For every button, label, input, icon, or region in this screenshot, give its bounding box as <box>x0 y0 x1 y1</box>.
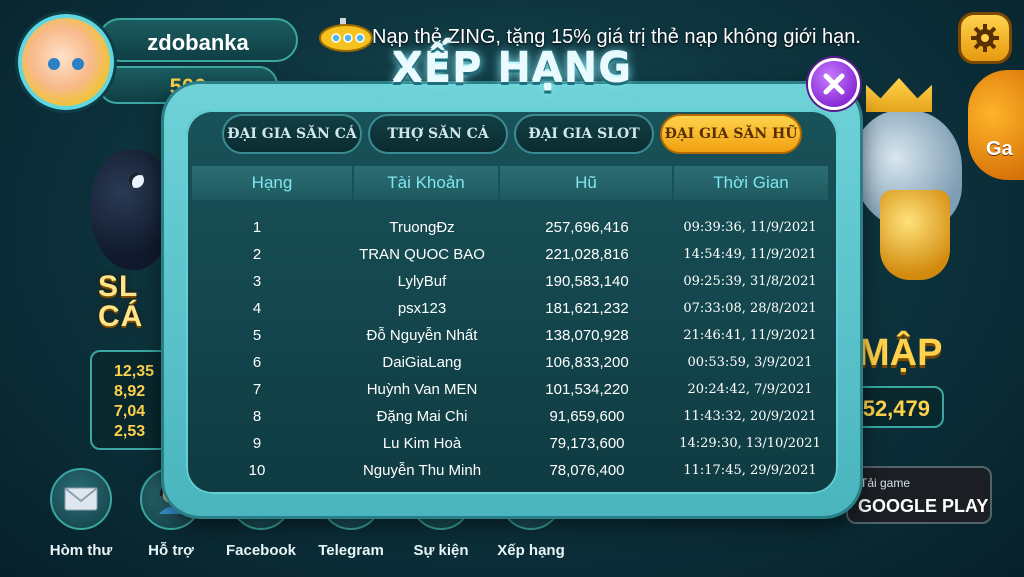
table-row: 1 TruongĐz 257,696,416 09:39:36, 11/9/20… <box>192 214 828 241</box>
column-header-account: Tài Khoản <box>352 166 498 200</box>
cell-time: 00:53:59, 3/9/2021 <box>687 355 813 370</box>
table-row: 9 Lu Kim Hoà 79,173,600 14:29:30, 13/10/… <box>192 430 828 457</box>
cell-rank: 10 <box>248 462 266 479</box>
column-header-jackpot: Hũ <box>498 166 672 200</box>
background-left-game-title: SL CÁ <box>98 272 143 332</box>
cell-account: Nguyễn Thu Minh <box>362 462 482 479</box>
cell-account: TRAN QUOC BAO <box>359 246 485 263</box>
store-big-label: GOOGLE PLAY <box>858 496 989 516</box>
column-header-rank: Hạng <box>251 173 293 192</box>
nav-item-icon-circle <box>50 468 112 530</box>
table-row: 8 Đặng Mai Chi 91,659,600 11:43:32, 20/9… <box>192 403 828 430</box>
ranking-tabs: ĐẠI GIA SĂN CÁ THỢ SĂN CÁ ĐẠI GIA SLOT Đ… <box>222 114 802 158</box>
cell-time: 21:46:41, 11/9/2021 <box>683 328 817 343</box>
cell-jackpot: 190,583,140 <box>545 273 629 290</box>
tab-label: ĐẠI GIA SĂN HŨ <box>664 126 798 142</box>
tab-tho-san-ca[interactable]: THỢ SĂN CÁ <box>368 114 508 154</box>
nav-item-label: Facebook <box>225 542 297 559</box>
table-row: 6 DaiGiaLang 106,833,200 00:53:59, 3/9/2… <box>192 349 828 376</box>
cell-account: TruongĐz <box>389 219 455 236</box>
cell-jackpot: 181,621,232 <box>545 300 629 317</box>
cell-rank: 6 <box>252 354 262 371</box>
tab-label: ĐẠI GIA SĂN CÁ <box>227 126 357 142</box>
google-play-button[interactable]: Tải game GOOGLE PLAY <box>846 466 992 524</box>
cell-time: 11:17:45, 29/9/2021 <box>683 463 817 478</box>
cell-rank: 4 <box>252 300 262 317</box>
cell-time: 11:43:32, 20/9/2021 <box>683 409 817 424</box>
column-header-time: Thời Gian <box>672 166 828 200</box>
nav-item-label: Telegram <box>318 542 384 559</box>
background-right-fish-label: Ga <box>986 138 1013 160</box>
cell-time: 07:33:08, 28/8/2021 <box>683 301 817 316</box>
tab-dai-gia-slot[interactable]: ĐẠI GIA SLOT <box>514 114 654 154</box>
cell-rank: 7 <box>252 381 262 398</box>
table-row: 7 Huỳnh Van MEN 101,534,220 20:24:42, 7/… <box>192 376 828 403</box>
table-row: 4 psx123 181,621,232 07:33:08, 28/8/2021 <box>192 295 828 322</box>
background-left-fish <box>90 150 170 270</box>
cell-time: 14:54:49, 11/9/2021 <box>683 247 817 262</box>
cell-jackpot: 257,696,416 <box>545 219 629 236</box>
cell-rank: 1 <box>252 219 262 236</box>
cell-jackpot: 79,173,600 <box>549 435 625 452</box>
nav-item-mailbox[interactable]: Hòm thư <box>44 468 118 568</box>
cell-jackpot: 138,070,928 <box>545 327 629 344</box>
cell-rank: 5 <box>252 327 262 344</box>
cell-jackpot: 91,659,600 <box>549 408 625 425</box>
cell-time: 09:39:36, 11/9/2021 <box>683 220 817 235</box>
ranking-table-body: 1 TruongĐz 257,696,416 09:39:36, 11/9/20… <box>192 200 828 486</box>
background-left-title-line1: SL <box>98 270 139 303</box>
ranking-table-header: Hạng Tài Khoản Hũ Thời Gian <box>192 166 828 200</box>
table-row: 2 TRAN QUOC BAO 221,028,816 14:54:49, 11… <box>192 241 828 268</box>
cell-rank: 8 <box>252 408 262 425</box>
cell-account: psx123 <box>397 300 447 317</box>
cell-rank: 9 <box>252 435 262 452</box>
close-icon <box>823 73 845 95</box>
table-row: 5 Đỗ Nguyễn Nhất 138,070,928 21:46:41, 1… <box>192 322 828 349</box>
cell-account: Huỳnh Van MEN <box>366 381 478 398</box>
store-small-label: Tải game <box>860 476 911 490</box>
background-right-game-title: MẬP <box>858 332 943 374</box>
nav-item-label: Sự kiện <box>413 542 469 559</box>
cell-jackpot: 221,028,816 <box>545 246 629 263</box>
nav-item-label: Hỗ trợ <box>148 542 194 559</box>
cell-account: DaiGiaLang <box>382 354 462 371</box>
table-row: 10 Nguyễn Thu Minh 78,076,400 11:17:45, … <box>192 457 828 484</box>
cell-account: Lu Kim Hoà <box>382 435 462 452</box>
mail-icon <box>64 487 98 511</box>
modal-title: XẾP HẠNG <box>391 46 633 92</box>
cell-account: Đặng Mai Chi <box>376 408 468 425</box>
background-right-jackpot-panel: 52,479 <box>848 386 944 428</box>
background-left-title-line2: CÁ <box>98 300 144 333</box>
trophy-icon <box>880 190 950 280</box>
tab-dai-gia-san-hu[interactable]: ĐẠI GIA SĂN HŨ <box>660 114 802 154</box>
nav-item-label: Xếp hạng <box>497 542 565 559</box>
table-row: 3 LylyBuf 190,583,140 09:25:39, 31/8/202… <box>192 268 828 295</box>
cell-rank: 2 <box>252 246 262 263</box>
cell-time: 14:29:30, 13/10/2021 <box>679 436 821 451</box>
tab-dai-gia-san-ca[interactable]: ĐẠI GIA SĂN CÁ <box>222 114 362 154</box>
cell-rank: 3 <box>252 273 262 290</box>
cell-account: Đỗ Nguyễn Nhất <box>366 327 478 344</box>
nav-item-label: Hòm thư <box>49 542 113 559</box>
cell-time: 20:24:42, 7/9/2021 <box>687 382 813 397</box>
cell-time: 09:25:39, 31/8/2021 <box>683 274 817 289</box>
cell-jackpot: 78,076,400 <box>549 462 625 479</box>
cell-jackpot: 106,833,200 <box>545 354 629 371</box>
cell-jackpot: 101,534,220 <box>545 381 629 398</box>
close-button[interactable] <box>808 58 860 110</box>
tab-label: ĐẠI GIA SLOT <box>528 126 640 142</box>
cell-account: LylyBuf <box>397 273 447 290</box>
tab-label: THỢ SĂN CÁ <box>387 126 489 142</box>
